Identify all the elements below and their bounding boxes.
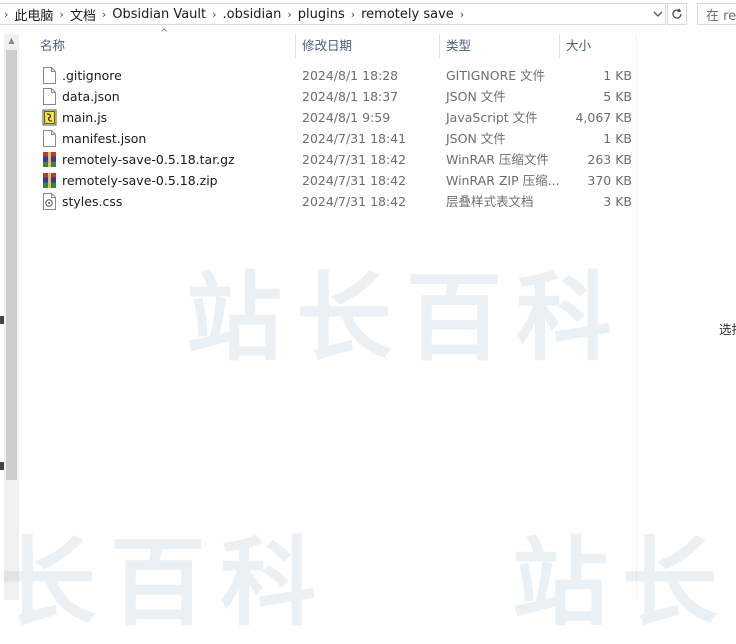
file-row[interactable]: styles.css 2024/7/31 18:42 层叠样式表文档 3 KB <box>22 191 636 212</box>
file-size: 1 KB <box>603 68 632 83</box>
breadcrumb-item-plugins[interactable]: plugins <box>298 7 345 22</box>
breadcrumb-item-documents[interactable]: 文档 <box>70 5 96 24</box>
file-row[interactable]: .gitignore 2024/8/1 18:28 GITIGNORE 文件 1… <box>22 65 636 86</box>
file-row[interactable]: remotely-save-0.5.18.zip 2024/7/31 18:42… <box>22 170 636 191</box>
file-row[interactable]: main.js 2024/8/1 9:59 JavaScript 文件 4,06… <box>22 107 636 128</box>
refresh-icon[interactable] <box>667 3 687 25</box>
script-file-icon <box>42 109 57 126</box>
file-type: JSON 文件 <box>446 89 506 104</box>
column-divider[interactable] <box>439 34 440 58</box>
file-name: main.js <box>62 110 108 125</box>
file-date: 2024/8/1 18:28 <box>302 68 399 83</box>
breadcrumb-item-remotely-save[interactable]: remotely save <box>361 7 454 22</box>
navigation-scrollbar[interactable]: ▲ <box>4 34 19 600</box>
file-name: data.json <box>62 89 120 104</box>
column-header-name[interactable]: 名称 <box>40 34 65 58</box>
column-header-row: ^ 名称 修改日期 类型 大小 <box>22 28 636 58</box>
file-type: WinRAR ZIP 压缩... <box>446 173 560 188</box>
address-bar: › 此电脑 › 文档 › Obsidian Vault › .obsidian … <box>0 0 736 30</box>
column-divider[interactable] <box>295 34 296 58</box>
file-size: 1 KB <box>603 131 632 146</box>
winrar-archive-icon <box>43 173 56 188</box>
file-row[interactable]: remotely-save-0.5.18.tar.gz 2024/7/31 18… <box>22 149 636 170</box>
file-type: 层叠样式表文档 <box>446 194 534 209</box>
column-header-size[interactable]: 大小 <box>566 34 591 58</box>
file-date: 2024/8/1 18:37 <box>302 89 399 104</box>
nav-pane-edge <box>0 316 4 324</box>
column-header-type[interactable]: 类型 <box>446 34 471 58</box>
sort-ascending-icon: ^ <box>160 28 169 39</box>
breadcrumb-separator-icon[interactable]: › <box>53 8 69 21</box>
file-type: WinRAR 压缩文件 <box>446 152 549 167</box>
chevron-down-icon[interactable] <box>650 4 666 24</box>
file-name: styles.css <box>62 194 123 209</box>
breadcrumb-separator-icon[interactable]: › <box>281 8 297 21</box>
file-size: 370 KB <box>587 173 632 188</box>
file-size: 3 KB <box>603 194 632 209</box>
search-input[interactable]: 在 re <box>697 3 736 25</box>
file-size: 5 KB <box>603 89 632 104</box>
breadcrumb-separator-icon[interactable]: › <box>345 8 361 21</box>
winrar-archive-icon <box>43 152 56 167</box>
file-name: remotely-save-0.5.18.zip <box>62 173 218 188</box>
blank-file-icon <box>43 130 56 147</box>
file-date: 2024/7/31 18:42 <box>302 152 407 167</box>
breadcrumb[interactable]: › 此电脑 › 文档 › Obsidian Vault › .obsidian … <box>0 3 666 25</box>
file-date: 2024/7/31 18:42 <box>302 194 407 209</box>
breadcrumb-separator-icon[interactable]: › <box>454 8 470 21</box>
file-size: 4,067 KB <box>575 110 632 125</box>
blank-file-icon <box>43 67 56 84</box>
file-date: 2024/7/31 18:42 <box>302 173 407 188</box>
file-type: JavaScript 文件 <box>446 110 538 125</box>
scrollbar-thumb[interactable] <box>6 50 17 480</box>
blank-file-icon <box>43 88 56 105</box>
details-pane-divider[interactable] <box>636 34 637 600</box>
column-divider[interactable] <box>559 34 560 58</box>
file-row[interactable]: data.json 2024/8/1 18:37 JSON 文件 5 KB <box>22 86 636 107</box>
scroll-up-arrow-icon[interactable]: ▲ <box>4 34 19 48</box>
column-header-date[interactable]: 修改日期 <box>302 34 352 58</box>
breadcrumb-item-this-pc[interactable]: 此电脑 <box>14 5 53 24</box>
file-type: JSON 文件 <box>446 131 506 146</box>
breadcrumb-item-dot-obsidian[interactable]: .obsidian <box>223 7 282 22</box>
breadcrumb-item-obsidian-vault[interactable]: Obsidian Vault <box>112 7 206 22</box>
breadcrumb-separator-icon[interactable]: › <box>206 8 222 21</box>
css-file-icon <box>43 193 56 210</box>
file-name: remotely-save-0.5.18.tar.gz <box>62 152 235 167</box>
file-date: 2024/7/31 18:41 <box>302 131 407 146</box>
file-type: GITIGNORE 文件 <box>446 68 546 83</box>
file-size: 263 KB <box>587 152 632 167</box>
file-name: manifest.json <box>62 131 147 146</box>
file-list: ^ 名称 修改日期 类型 大小 .gitignore 2024/8/1 18:2… <box>22 28 636 600</box>
nav-pane-edge <box>0 462 4 470</box>
breadcrumb-separator-icon[interactable]: › <box>96 8 112 21</box>
details-pane-hint: 选择 <box>719 322 736 337</box>
file-row[interactable]: manifest.json 2024/7/31 18:41 JSON 文件 1 … <box>22 128 636 149</box>
file-name: .gitignore <box>62 68 122 83</box>
file-date: 2024/8/1 9:59 <box>302 110 391 125</box>
breadcrumb-root-chevron-icon[interactable]: › <box>0 8 14 21</box>
